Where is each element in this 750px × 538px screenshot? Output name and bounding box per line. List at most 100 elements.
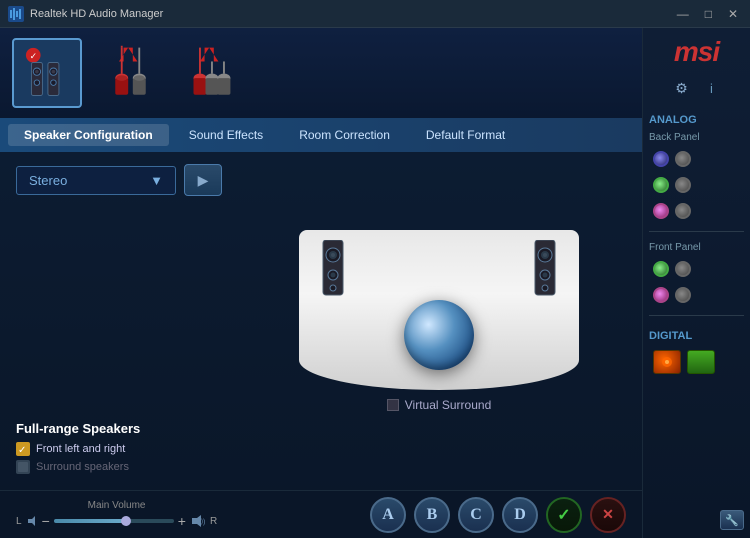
front-panel-ports-row2 [649,287,744,303]
lr-row: L − + ) ) R [16,513,217,529]
right-channel-label: R [210,516,217,527]
device-row: ✓ [0,28,642,118]
port-back-gray2[interactable] [675,177,691,193]
speaker-stage [299,230,579,390]
fullrange-title: Full-range Speakers [16,421,236,436]
ok-button[interactable]: ✓ [546,497,582,533]
svg-text:✓: ✓ [18,445,26,456]
minimize-button[interactable]: — [673,7,693,21]
main-content: ✓ [0,28,750,538]
port-back-gray[interactable] [675,151,691,167]
connector-svg-1 [103,43,158,103]
surround-checkbox[interactable] [16,460,30,474]
info-icon-button[interactable]: i [702,78,722,98]
port-back-pink[interactable] [653,203,669,219]
bottom-bar: Main Volume L − + ) [0,490,642,538]
digital-ports-row [649,350,744,374]
port-front-gray[interactable] [675,261,691,277]
volume-high-icon: ) ) [190,513,206,529]
volume-control: Main Volume L − + ) [16,500,358,529]
fullrange-speakers: Full-range Speakers ✓ Front left and rig… [16,421,236,478]
speaker-device-icon[interactable]: ✓ [12,38,82,108]
play-icon: ▶ [198,172,209,189]
button-a[interactable]: A [370,497,406,533]
back-panel-ports-row2 [649,177,744,193]
wrench-button[interactable]: 🔧 [720,510,744,530]
x-icon: ✕ [602,506,614,523]
volume-thumb[interactable] [121,516,131,526]
connector-icon-1[interactable] [98,38,163,108]
bottom-buttons: A B C D ✓ ✕ [370,497,626,533]
volume-wrap: Main Volume L − + ) [16,500,217,529]
settings-icon-button[interactable]: ⚙ [672,78,692,98]
front-label: Front left and right [36,443,125,455]
left-speaker [319,240,347,300]
tab-sound-effects[interactable]: Sound Effects [173,124,280,146]
wrench-icon: 🔧 [725,514,739,527]
button-d[interactable]: D [502,497,538,533]
virtual-surround-checkbox[interactable] [387,399,399,411]
back-panel-ports-row1 [649,151,744,167]
front-checkbox[interactable]: ✓ [16,442,30,456]
port-back-green[interactable] [653,177,669,193]
msi-logo: msi [674,36,719,68]
virtual-surround-label: Virtual Surround [405,398,492,412]
button-c[interactable]: C [458,497,494,533]
surround-label: Surround speakers [36,461,129,473]
left-controls: Stereo ▼ ▶ Full-range Speakers [16,164,236,478]
tab-speaker-configuration[interactable]: Speaker Configuration [8,124,169,146]
port-back-gray3[interactable] [675,203,691,219]
right-panel: msi ⚙ i ANALOG Back Panel Front Panel [642,28,750,538]
minus-label: − [42,513,50,529]
cancel-button[interactable]: ✕ [590,497,626,533]
left-panel: ✓ [0,28,642,538]
svg-text:✓: ✓ [30,50,38,60]
connector-svg-2 [184,43,239,103]
check-icon: ✓ [557,505,570,525]
port-front-green[interactable] [653,261,669,277]
window-controls: — □ ✕ [673,7,742,21]
speaker-visual: Virtual Surround [252,164,626,478]
app-icon [8,6,24,22]
front-speakers-row: ✓ Front left and right [16,442,236,456]
speaker-mode-dropdown[interactable]: Stereo ▼ [16,166,176,195]
optical-icon [660,356,674,368]
info-icon: i [710,81,713,96]
front-panel-ports-row1 [649,261,744,277]
port-front-gray2[interactable] [675,287,691,303]
volume-low-icon [26,515,38,527]
analog-title: ANALOG [649,114,744,126]
tab-room-correction[interactable]: Room Correction [283,124,406,146]
gear-icon: ⚙ [675,80,688,97]
spacer [16,208,236,401]
port-front-pink[interactable] [653,287,669,303]
virtual-surround-row: Virtual Surround [387,398,492,412]
tabs: Speaker Configuration Sound Effects Room… [0,118,642,152]
back-panel-ports-row3 [649,203,744,219]
digital-green-button[interactable] [687,350,715,374]
left-channel-label: L [16,516,22,527]
volume-label: Main Volume [88,500,146,511]
right-speaker [531,240,559,300]
speaker-config-controls: Stereo ▼ ▶ [16,164,236,196]
window-title: Realtek HD Audio Manager [30,8,673,20]
right-icon-row: ⚙ i [672,78,722,98]
play-button[interactable]: ▶ [184,164,222,196]
plus-label: + [178,513,186,529]
content-area: Stereo ▼ ▶ Full-range Speakers [0,152,642,490]
digital-title: DIGITAL [649,330,744,342]
digital-optical-button[interactable] [653,350,681,374]
volume-slider[interactable] [54,519,174,523]
svg-text:): ) [203,519,205,526]
speaker-svg: ✓ [22,46,72,101]
port-back-blue[interactable] [653,151,669,167]
divider-2 [649,315,744,316]
tab-default-format[interactable]: Default Format [410,124,521,146]
surround-speakers-row: Surround speakers [16,460,236,474]
close-button[interactable]: ✕ [724,7,742,21]
connector-icon-2[interactable] [179,38,244,108]
button-b[interactable]: B [414,497,450,533]
front-panel-title: Front Panel [649,242,744,253]
maximize-button[interactable]: □ [701,7,716,21]
titlebar: Realtek HD Audio Manager — □ ✕ [0,0,750,28]
